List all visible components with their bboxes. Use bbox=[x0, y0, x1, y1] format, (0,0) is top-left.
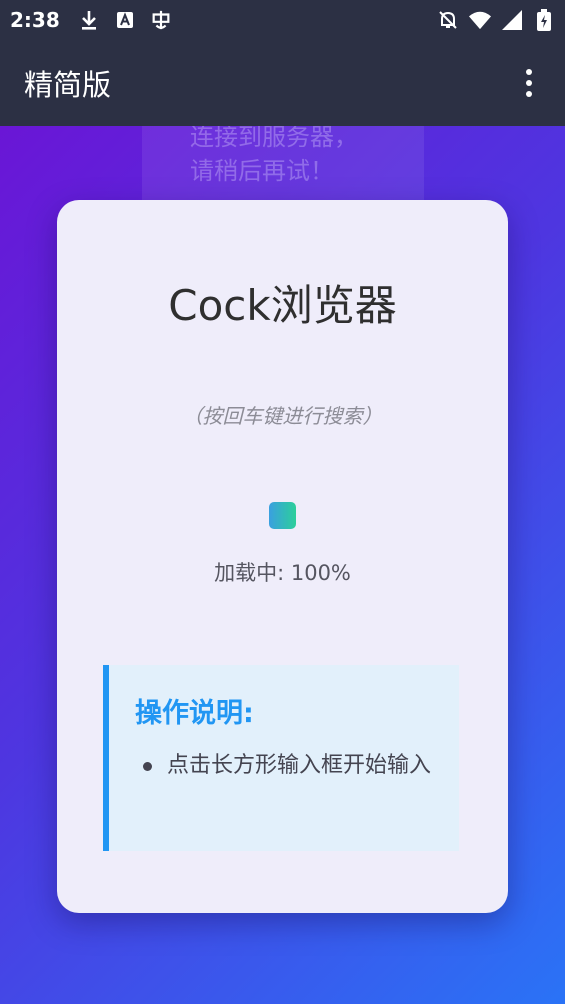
more-vert-icon[interactable] bbox=[517, 63, 541, 103]
status-time: 2:38 bbox=[10, 8, 60, 32]
signal-icon bbox=[501, 9, 523, 31]
bell-off-icon bbox=[437, 9, 459, 31]
browser-card: Cock浏览器 （按回车键进行搜索） 加载中: 100% 操作说明: 点击长方形… bbox=[57, 200, 508, 913]
browser-title: Cock浏览器 bbox=[168, 281, 397, 330]
font-icon bbox=[114, 9, 136, 31]
toast-line: 连接到服务器， bbox=[190, 126, 358, 151]
toast-line: 请稍后再试！ bbox=[190, 157, 334, 185]
app-title: 精简版 bbox=[24, 68, 112, 102]
search-hint[interactable]: （按回车键进行搜索） bbox=[57, 400, 508, 429]
instructions-title: 操作说明: bbox=[135, 698, 254, 729]
instructions-panel: 操作说明: 点击长方形输入框开始输入 bbox=[103, 665, 459, 851]
wifi-icon bbox=[469, 9, 491, 31]
webview: 连接到服务器， 请稍后再试！ Cock浏览器 （按回车键进行搜索） 加载中: 1… bbox=[0, 126, 565, 1004]
battery-icon bbox=[533, 9, 555, 31]
loading-spinner bbox=[269, 502, 296, 529]
loading-text: 加载中: 100% bbox=[214, 561, 351, 585]
instructions-list: 点击长方形输入框开始输入 bbox=[135, 748, 459, 783]
app-bar: 精简版 bbox=[0, 40, 565, 126]
status-left-icons bbox=[78, 9, 172, 31]
download-icon bbox=[78, 9, 100, 31]
bug-icon bbox=[150, 9, 172, 31]
status-right-icons bbox=[437, 9, 555, 31]
toast-message: 连接到服务器， 请稍后再试！ bbox=[142, 126, 424, 210]
status-bar: 2:38 bbox=[0, 0, 565, 40]
instruction-item: 点击长方形输入框开始输入 bbox=[135, 748, 435, 783]
